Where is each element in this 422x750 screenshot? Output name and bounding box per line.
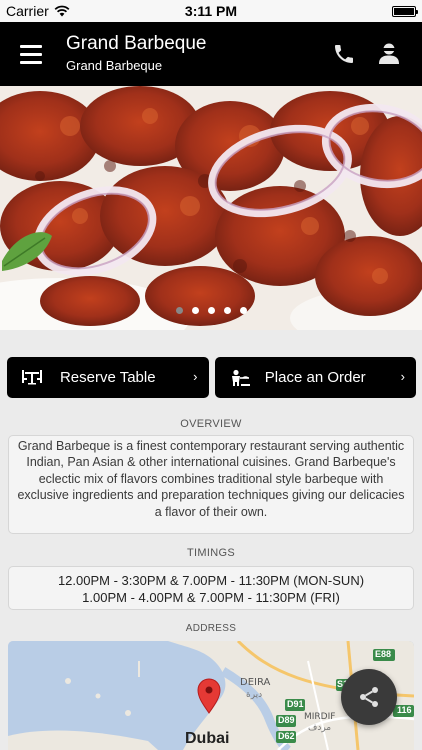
app-header: Grand Barbeque Grand Barbeque bbox=[0, 22, 422, 86]
waiter-icon bbox=[231, 369, 250, 386]
timings-line: 1.00PM - 4.00PM & 7.00PM - 11:30PM (FRI) bbox=[82, 589, 340, 605]
chevron-right-icon: › bbox=[193, 369, 198, 384]
carousel-dot[interactable] bbox=[175, 307, 183, 314]
timings-line: 12.00PM - 3:30PM & 7.00PM - 11:30PM (MON… bbox=[57, 573, 365, 588]
share-icon bbox=[360, 687, 378, 707]
overview-card: Grand Barbeque is a finest contemporary … bbox=[8, 435, 414, 534]
user-icon[interactable] bbox=[378, 42, 400, 66]
map-label-deira-ar: ديرة bbox=[246, 690, 263, 700]
battery-icon bbox=[392, 5, 418, 17]
overview-text: Grand Barbeque is a finest contemporary … bbox=[17, 439, 405, 519]
table-icon bbox=[22, 370, 42, 385]
map-shield-e88: E88 bbox=[375, 649, 392, 659]
overview-heading: OVERVIEW bbox=[180, 418, 242, 430]
wifi-icon bbox=[54, 5, 70, 17]
address-heading: ADDRESS bbox=[185, 623, 237, 634]
timings-card: 12.00PM - 3:30PM & 7.00PM - 11:30PM (MON… bbox=[8, 566, 414, 610]
status-bar: Carrier 3:11 PM bbox=[0, 0, 422, 22]
status-left: Carrier bbox=[6, 3, 70, 19]
phone-icon[interactable] bbox=[332, 42, 356, 66]
share-button[interactable] bbox=[341, 669, 397, 725]
map-shield-116: 116 bbox=[397, 705, 412, 715]
carousel-dot[interactable] bbox=[239, 307, 247, 314]
map-label-deira: DEIRA bbox=[240, 677, 271, 688]
page-subtitle: Grand Barbeque bbox=[66, 58, 163, 73]
timings-heading: TIMINGS bbox=[187, 547, 235, 559]
hero-carousel[interactable] bbox=[0, 86, 422, 330]
place-order-button[interactable]: Place an Order › bbox=[214, 357, 416, 398]
map-label-mirdif: MIRDIF bbox=[304, 712, 336, 722]
carrier-label: Carrier bbox=[6, 3, 49, 19]
map-label-mirdif-ar: مردف bbox=[308, 723, 332, 733]
chevron-right-icon: › bbox=[400, 369, 405, 384]
map-shield-d89: D89 bbox=[278, 715, 295, 725]
header-actions bbox=[332, 22, 400, 86]
action-row: Reserve Table › Place an Order › bbox=[7, 357, 416, 398]
map-shield-d62: D62 bbox=[278, 731, 295, 741]
map-label-dubai: Dubai bbox=[185, 730, 230, 747]
carousel-indicators bbox=[0, 307, 422, 314]
menu-button[interactable] bbox=[0, 22, 52, 86]
reserve-table-button[interactable]: Reserve Table › bbox=[7, 357, 209, 398]
map-shield-d91: D91 bbox=[287, 699, 304, 709]
hero-food-image bbox=[0, 86, 422, 330]
page-title: Grand Barbeque bbox=[66, 33, 207, 54]
carousel-dot[interactable] bbox=[191, 307, 199, 314]
header-titles: Grand Barbeque Grand Barbeque bbox=[66, 33, 207, 75]
carousel-dot[interactable] bbox=[207, 307, 215, 314]
hamburger-icon bbox=[20, 44, 42, 48]
carousel-dot[interactable] bbox=[223, 307, 231, 314]
